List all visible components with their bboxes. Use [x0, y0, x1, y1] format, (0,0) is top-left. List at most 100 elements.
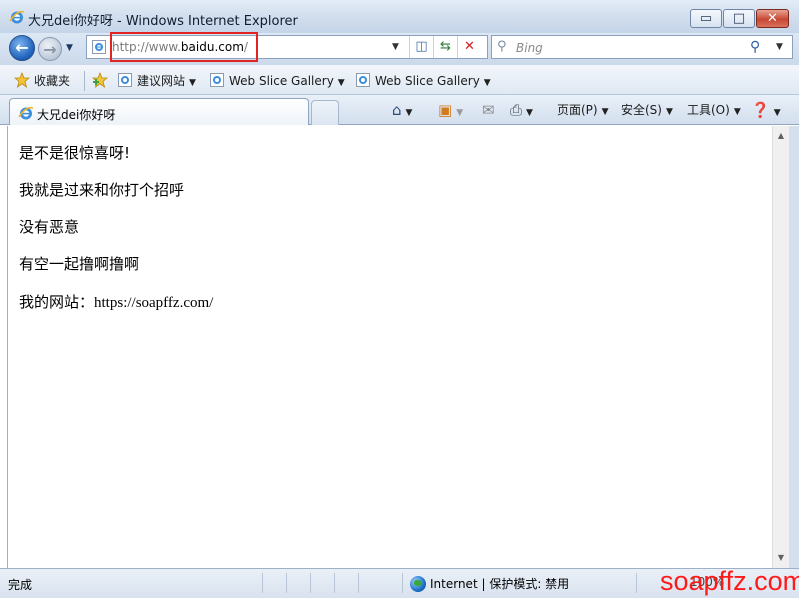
status-divider [262, 573, 263, 593]
refresh-icon: ⇆ [440, 39, 451, 54]
safety-menu[interactable]: 安全(S) ▼ [621, 101, 673, 121]
minimize-button[interactable]: ▭ [690, 9, 722, 28]
site-line: 我的网站：https://soapffz.com/ [19, 291, 213, 312]
rss-feed-icon: ▣ [438, 101, 453, 119]
feeds-button[interactable]: ▣ ▼ [438, 101, 463, 121]
refresh-button[interactable]: ⇆ [433, 36, 457, 58]
home-icon: ⌂ [392, 101, 402, 119]
close-icon: ✕ [767, 11, 778, 26]
internet-globe-icon [410, 576, 426, 592]
maximize-icon: □ [732, 11, 746, 26]
title-bar: 大兄dei你好呀 - Windows Internet Explorer ▭ □… [0, 0, 799, 33]
safety-menu-label: 安全(S) [621, 103, 662, 117]
ie-logo-icon [9, 10, 25, 24]
status-divider [310, 573, 311, 593]
chevron-down-icon: ▼ [337, 78, 345, 88]
chevron-down-icon: ▼ [526, 108, 533, 118]
page-ie-icon [92, 40, 106, 54]
address-dropdown-icon[interactable]: ▼ [392, 42, 399, 52]
minimize-icon: ▭ [699, 11, 713, 26]
recent-pages-dropdown-icon[interactable]: ▼ [66, 43, 76, 53]
status-text: 完成 [8, 578, 33, 592]
tab-label: 大兄dei你好呀 [37, 108, 116, 122]
navigation-bar: ← → ▼ http://www.baidu.com/ ▼ ◫ ⇆ ✕ ⚲ Bi… [0, 32, 799, 65]
status-divider [286, 573, 287, 593]
favorites-link-web-slice-1[interactable]: Web Slice Gallery ▼ [209, 72, 345, 90]
mail-icon: ✉ [482, 101, 495, 119]
ie-page-icon [18, 106, 34, 120]
chevron-down-icon: ▼ [665, 107, 673, 117]
tools-menu[interactable]: 工具(O) ▼ [687, 101, 741, 121]
ie-page-icon [210, 73, 224, 87]
forward-button[interactable]: → [38, 37, 62, 61]
stop-icon: ✕ [464, 39, 475, 54]
printer-icon: ⎙ [510, 101, 523, 119]
new-tab-button[interactable] [311, 100, 339, 125]
favorites-divider [84, 71, 85, 91]
stop-button[interactable]: ✕ [457, 36, 481, 58]
compatibility-view-button[interactable]: ◫ [409, 36, 433, 58]
page-menu-label: 页面(P) [557, 103, 598, 117]
scroll-down-icon[interactable]: ▼ [773, 550, 789, 566]
status-divider [334, 573, 335, 593]
back-button[interactable]: ← [9, 35, 35, 61]
search-provider-icon: ⚲ [497, 39, 507, 54]
help-button[interactable]: ❓ ▼ [751, 101, 781, 121]
add-favorite-icon [92, 72, 108, 88]
ie-page-icon [118, 73, 132, 87]
favorites-link-label: Web Slice Gallery [375, 74, 480, 88]
security-zone[interactable]: Internet | 保护模式: 禁用 [410, 575, 569, 592]
page-menu[interactable]: 页面(P) ▼ [557, 101, 609, 121]
window-frame-edge [789, 126, 799, 568]
favorites-bar: 收藏夹 建议网站 ▼ Web Slice Gallery ▼ Web Slice… [0, 65, 799, 95]
chevron-down-icon: ▼ [773, 108, 781, 118]
content-line: 有空一起撸啊撸啊 [19, 255, 140, 273]
chevron-down-icon: ▼ [601, 107, 609, 117]
compatibility-view-icon: ◫ [415, 39, 428, 54]
tab-active[interactable]: 大兄dei你好呀 [9, 98, 309, 125]
tab-row: 大兄dei你好呀 ⌂ ▼ ▣ ▼ ✉ ⎙ ▼ 页面(P) ▼ 安全(S) ▼ 工具(O) ▼… [0, 95, 799, 125]
status-divider [402, 573, 403, 593]
search-options-dropdown-icon[interactable]: ▼ [776, 42, 783, 52]
search-input[interactable]: Bing [516, 41, 543, 55]
back-arrow-icon: ← [15, 38, 29, 57]
chevron-down-icon: ▼ [189, 78, 196, 88]
favorites-link-label: Web Slice Gallery [229, 74, 334, 88]
read-mail-button[interactable]: ✉ [482, 101, 495, 121]
content-line: 没有恶意 [19, 218, 80, 236]
chevron-down-icon: ▼ [456, 108, 464, 118]
home-button[interactable]: ⌂ ▼ [392, 101, 412, 121]
tools-menu-label: 工具(O) [687, 103, 730, 117]
chevron-down-icon: ▼ [733, 107, 741, 117]
content-line: 我就是过来和你打个招呼 [19, 181, 185, 199]
favorites-link-web-slice-2[interactable]: Web Slice Gallery ▼ [355, 72, 491, 90]
close-button[interactable]: ✕ [756, 9, 789, 28]
page-content: 是不是很惊喜呀! 我就是过来和你打个招呼 没有恶意 有空一起撸啊撸啊 我的网站：… [7, 126, 772, 568]
status-divider [636, 573, 637, 593]
maximize-button[interactable]: □ [723, 9, 755, 28]
print-button[interactable]: ⎙ ▼ [510, 101, 533, 121]
favorites-link-label: 建议网站 [137, 74, 186, 88]
help-icon: ❓ [751, 101, 770, 119]
window-title: 大兄dei你好呀 - Windows Internet Explorer [28, 14, 298, 29]
favorites-label: 收藏夹 [34, 74, 71, 88]
ie-window: 大兄dei你好呀 - Windows Internet Explorer ▭ □… [0, 0, 799, 598]
content-line: 是不是很惊喜呀! [19, 144, 131, 162]
site-url: https://soapffz.com/ [94, 295, 214, 311]
favorites-button[interactable]: 收藏夹 [14, 72, 70, 90]
search-box[interactable]: ⚲ Bing ⚲ ▼ [491, 35, 793, 59]
favorites-star-icon [14, 72, 30, 88]
scroll-up-icon[interactable]: ▲ [773, 128, 789, 144]
site-label: 我的网站： [19, 293, 95, 311]
chevron-down-icon: ▼ [483, 78, 491, 88]
add-to-favorites-button[interactable] [92, 72, 112, 90]
search-icon[interactable]: ⚲ [750, 39, 760, 55]
url-highlight-box [110, 32, 258, 62]
ie-page-icon [356, 73, 370, 87]
status-divider [358, 573, 359, 593]
vertical-scrollbar[interactable]: ▲ ▼ [772, 126, 789, 568]
favorites-link-suggested-sites[interactable]: 建议网站 ▼ [117, 72, 196, 90]
forward-arrow-icon: → [43, 40, 57, 59]
chevron-down-icon: ▼ [405, 108, 413, 118]
security-zone-label: Internet | 保护模式: 禁用 [430, 577, 570, 591]
